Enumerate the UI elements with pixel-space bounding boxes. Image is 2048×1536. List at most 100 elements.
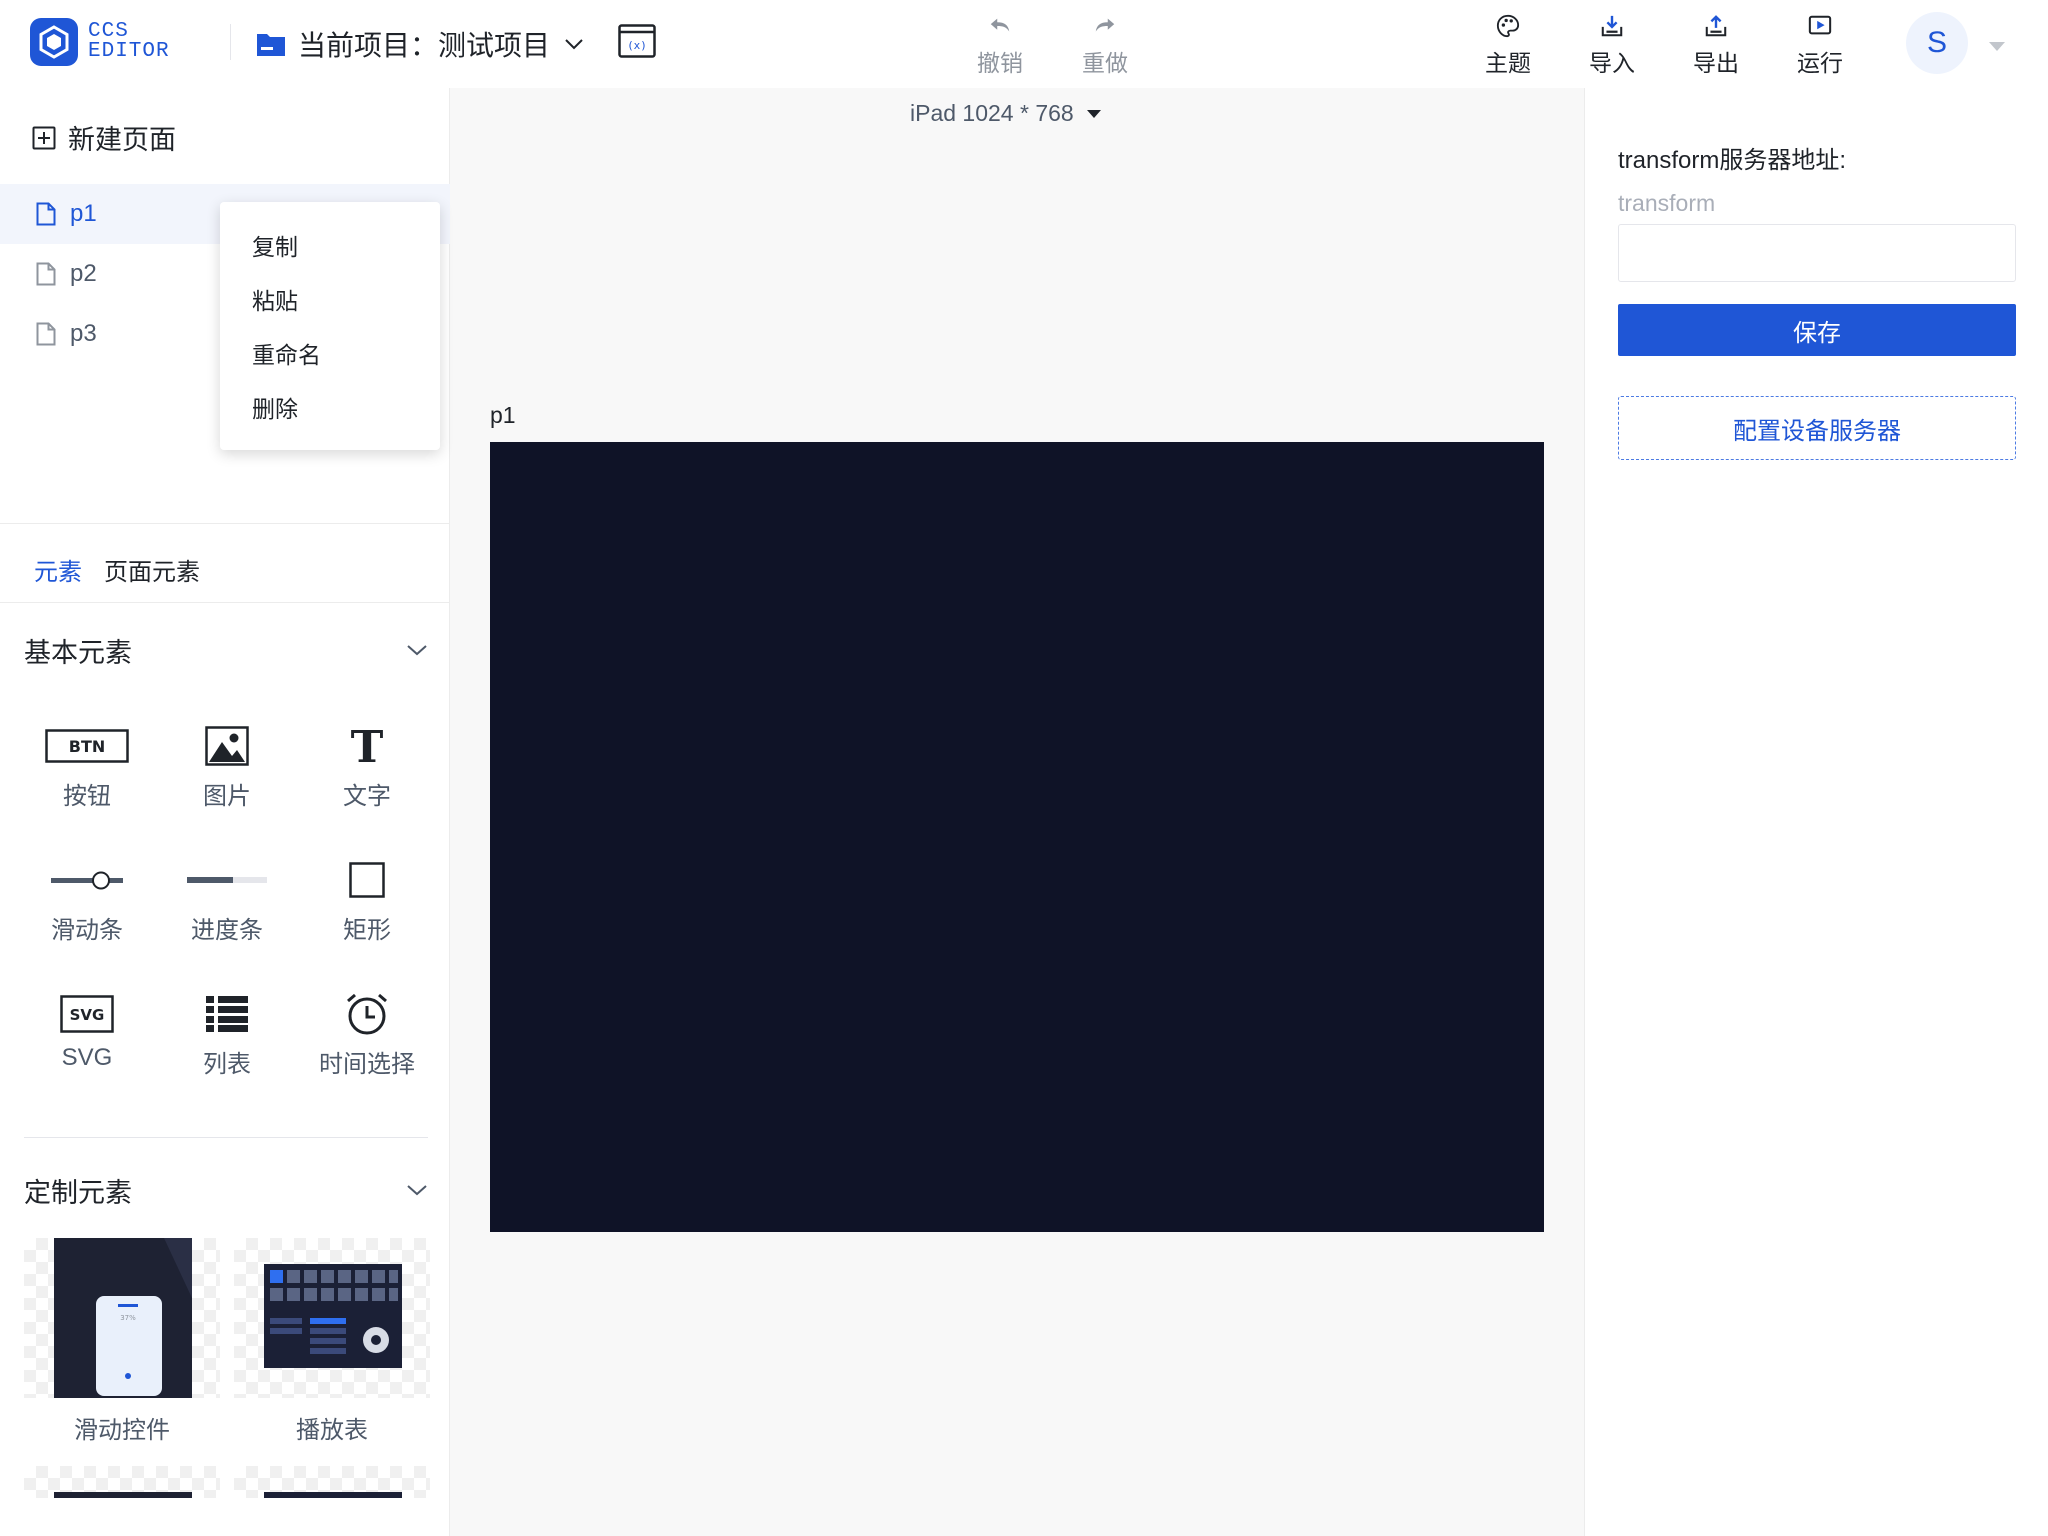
custom-element-partial[interactable]: [234, 1466, 430, 1498]
configure-device-server-button[interactable]: 配置设备服务器: [1618, 396, 2016, 460]
divider: [24, 1137, 428, 1138]
svg-icon: SVG: [60, 995, 114, 1033]
file-icon: [36, 202, 56, 226]
transform-hint: transform: [1618, 190, 1716, 216]
clock-icon: [347, 993, 387, 1035]
custom-thumbnail-partial: [24, 1466, 220, 1498]
theme-button[interactable]: 主题: [1476, 14, 1540, 78]
custom-element-partial[interactable]: [24, 1466, 220, 1498]
project-label: 当前项目：测试项目: [298, 30, 551, 61]
redo-button[interactable]: 重做: [1073, 14, 1137, 78]
image-icon: [205, 726, 249, 766]
logo-icon: [30, 18, 78, 66]
element-rectangle[interactable]: 矩形: [297, 856, 437, 946]
redo-label: 重做: [1082, 50, 1128, 76]
element-label: 时间选择: [319, 1051, 415, 1078]
menu-item-rename[interactable]: 重命名: [220, 334, 440, 388]
menu-item-delete[interactable]: 删除: [220, 388, 440, 442]
run-button[interactable]: 运行: [1788, 14, 1852, 78]
element-label: 滑动条: [51, 917, 123, 944]
svg-icon-text: SVG: [70, 1006, 105, 1024]
caret-down-icon[interactable]: [1988, 40, 2006, 52]
text-icon-glyph: T: [351, 724, 384, 768]
element-tabs: 元素 页面元素: [34, 552, 200, 587]
basic-elements-header[interactable]: 基本元素: [24, 630, 428, 670]
slider-control-preview: 37%: [54, 1238, 192, 1398]
transform-server-input[interactable]: [1618, 224, 2016, 282]
schedule-preview: [264, 1264, 402, 1368]
element-button[interactable]: BTN 按钮: [17, 722, 157, 812]
export-icon: [1705, 15, 1727, 37]
tab-elements[interactable]: 元素: [34, 552, 82, 587]
run-label: 运行: [1797, 50, 1843, 76]
device-select[interactable]: iPad 1024 * 768: [910, 100, 1102, 127]
element-label: 图片: [203, 783, 251, 810]
theme-label: 主题: [1485, 50, 1531, 76]
folder-icon: [257, 34, 285, 56]
right-panel: transform服务器地址: transform 保存 配置设备服务器: [1584, 88, 2048, 1536]
file-icon: [36, 322, 56, 346]
chevron-down-icon: [565, 39, 583, 50]
logo-text: CCS EDITOR: [88, 20, 198, 63]
undo-button[interactable]: 撤销: [968, 14, 1032, 78]
element-list[interactable]: 列表: [157, 990, 297, 1080]
element-slider[interactable]: 滑动条: [17, 856, 157, 946]
element-time-picker[interactable]: 时间选择: [297, 990, 437, 1080]
custom-element-label: 播放表: [296, 1417, 368, 1444]
element-label: 矩形: [343, 917, 391, 944]
divider: [0, 523, 450, 524]
element-progress[interactable]: 进度条: [157, 856, 297, 946]
rectangle-icon: [349, 862, 385, 898]
new-page-button[interactable]: 新建页面: [32, 118, 176, 157]
schedule-thumbnail: [234, 1238, 430, 1398]
button-icon: BTN: [45, 729, 129, 763]
logo-line-1: CCS: [88, 20, 129, 43]
artboard[interactable]: [490, 442, 1544, 1232]
file-icon: [36, 262, 56, 286]
undo-icon: [990, 18, 1010, 32]
menu-item-paste[interactable]: 粘贴: [220, 280, 440, 334]
caret-down-icon: [1086, 109, 1101, 118]
menu-item-copy[interactable]: 复制: [220, 226, 440, 280]
section-title: 基本元素: [24, 637, 132, 668]
list-icon: [206, 996, 248, 1032]
custom-thumbnail-partial: [234, 1466, 430, 1498]
canvas-page-name: p1: [490, 402, 516, 428]
project-select[interactable]: 当前项目：测试项目: [256, 22, 586, 66]
custom-element-label: 滑动控件: [74, 1417, 170, 1444]
import-label: 导入: [1589, 50, 1635, 76]
import-icon: [1601, 15, 1623, 37]
element-text[interactable]: T 文字: [297, 722, 437, 812]
undo-label: 撤销: [977, 50, 1023, 76]
custom-preview-partial: [264, 1492, 402, 1498]
slider-control-thumbnail: 37%: [24, 1238, 220, 1398]
element-image[interactable]: 图片: [157, 722, 297, 812]
element-label: 按钮: [63, 783, 111, 810]
custom-elements-header[interactable]: 定制元素: [24, 1170, 428, 1210]
device-label: iPad 1024 * 768: [910, 100, 1074, 126]
page-label: p1: [70, 200, 97, 227]
logo-line-2: EDITOR: [88, 40, 170, 63]
element-label: 进度条: [191, 917, 263, 944]
palette-icon: [1496, 14, 1520, 38]
save-button[interactable]: 保存: [1618, 304, 2016, 356]
top-bar: CCS EDITOR 当前项目：测试项目 (x) 撤销 重做 主题 导入 导出 …: [0, 0, 2048, 88]
export-button[interactable]: 导出: [1684, 14, 1748, 78]
element-label: SVG: [61, 1044, 113, 1071]
chevron-down-icon: [407, 1185, 427, 1196]
custom-element-slider-control[interactable]: 37% 滑动控件: [24, 1238, 220, 1445]
import-button[interactable]: 导入: [1580, 14, 1644, 78]
redo-icon: [1095, 18, 1115, 32]
page-label: p3: [70, 320, 97, 347]
element-svg[interactable]: SVG SVG: [17, 990, 157, 1080]
svg-text:(x): (x): [627, 39, 647, 52]
chevron-down-icon: [407, 645, 427, 656]
divider: [0, 602, 450, 603]
variables-icon[interactable]: (x): [618, 24, 656, 58]
text-icon: T: [351, 724, 384, 768]
slider-icon: [51, 871, 123, 890]
avatar[interactable]: S: [1906, 12, 1968, 74]
custom-element-schedule[interactable]: 播放表: [234, 1238, 430, 1445]
tab-page-elements[interactable]: 页面元素: [104, 552, 200, 587]
page-label: p2: [70, 260, 97, 287]
